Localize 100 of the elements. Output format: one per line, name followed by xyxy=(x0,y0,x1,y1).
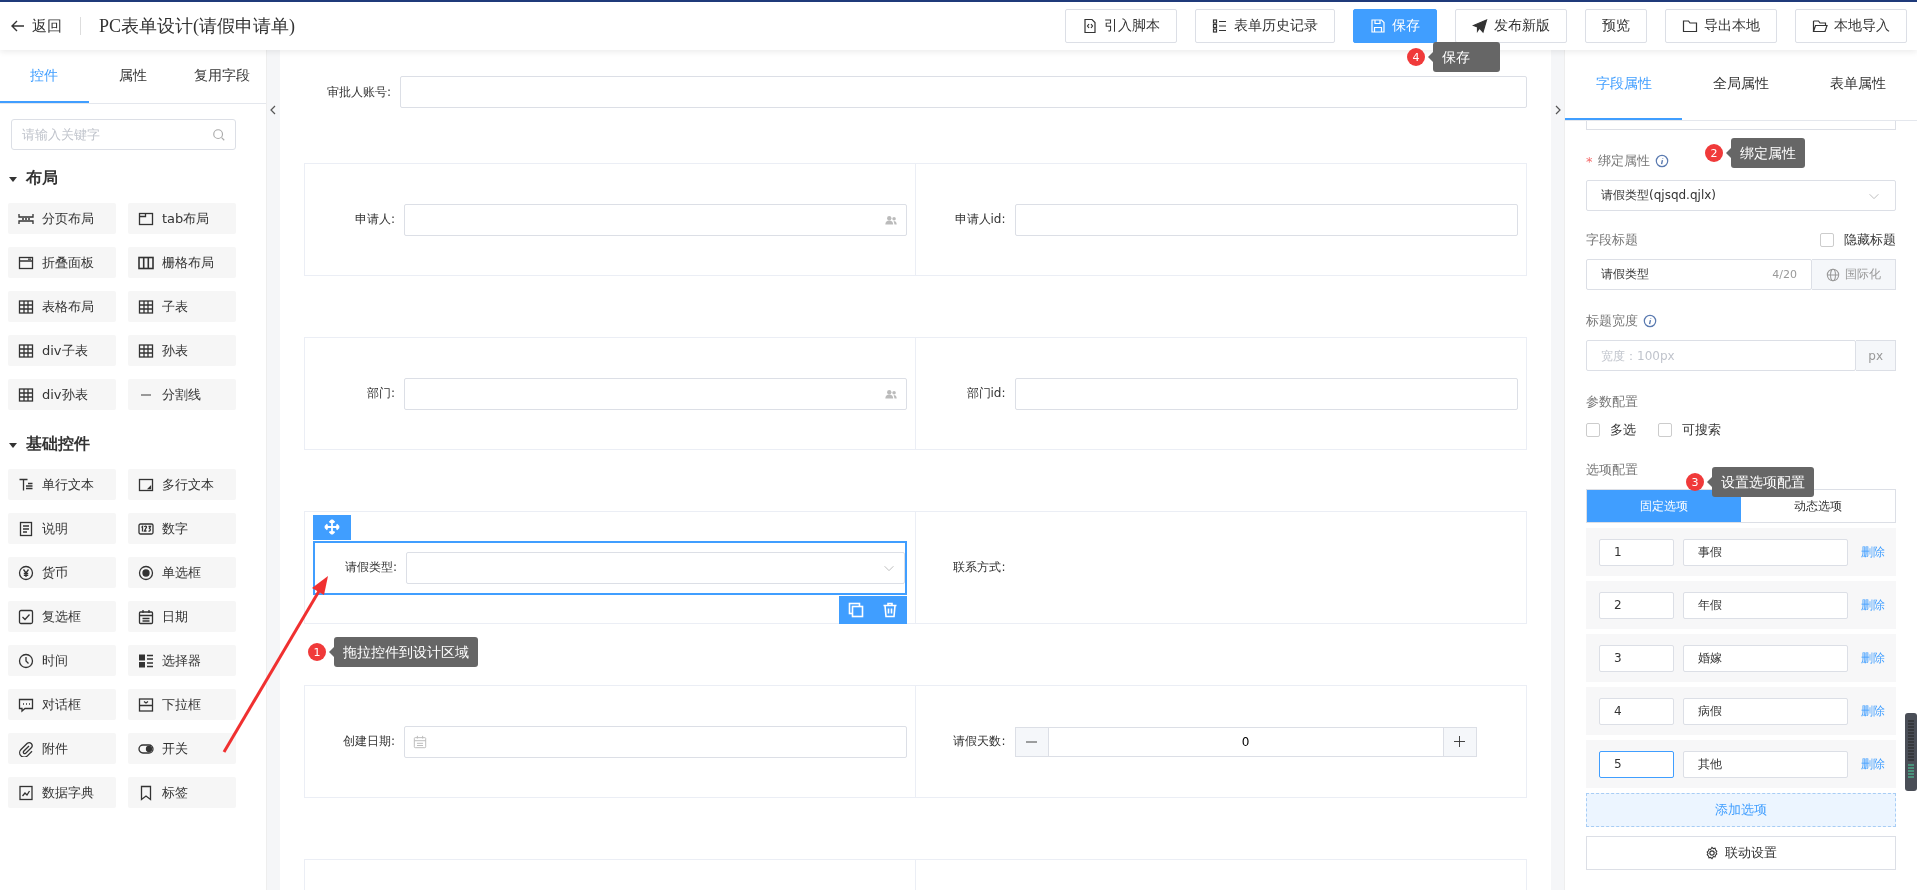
step-number-badge: 3 xyxy=(1686,473,1704,491)
tab-window-icon xyxy=(138,210,154,227)
date-field[interactable] xyxy=(404,725,907,758)
field-label: 申请人id: xyxy=(953,211,1006,228)
checkbox[interactable] xyxy=(1586,423,1600,437)
table-icon xyxy=(138,342,154,359)
columns-icon xyxy=(138,254,154,271)
input-field[interactable] xyxy=(404,203,907,236)
control-item[interactable]: 复选框 xyxy=(8,601,116,632)
plus-icon xyxy=(1454,736,1465,747)
dropdown-field[interactable] xyxy=(406,551,905,584)
text-area-icon xyxy=(138,476,154,493)
control-item[interactable]: tab布局 xyxy=(128,203,236,234)
linkage-settings-button[interactable]: 联动设置 xyxy=(1586,836,1896,870)
checkbox[interactable] xyxy=(1820,233,1834,247)
toolbar-button[interactable]: 预览 xyxy=(1585,9,1647,43)
paperclip-icon xyxy=(18,740,34,757)
control-item[interactable]: 说明 xyxy=(8,513,116,544)
control-item[interactable]: 附件 xyxy=(8,733,116,764)
plus-button[interactable] xyxy=(1442,726,1477,757)
sidebar-tab[interactable]: 复用字段 xyxy=(177,50,266,103)
width-input[interactable]: 宽度：100px xyxy=(1586,340,1857,371)
option-value-input[interactable]: 3 xyxy=(1599,644,1674,672)
toolbar-button[interactable]: 本地导入 xyxy=(1795,9,1907,43)
radio-icon xyxy=(138,564,154,581)
option-label-input[interactable]: 其他 xyxy=(1683,750,1848,778)
control-item[interactable]: 选择器 xyxy=(128,645,236,676)
checkbox-label: 多选 xyxy=(1610,421,1636,439)
group-header[interactable]: 基础控件 xyxy=(0,434,266,455)
drag-handle[interactable] xyxy=(313,514,351,540)
field-label: 审批人账号: xyxy=(325,83,391,101)
input-field[interactable] xyxy=(400,76,1527,108)
dropdown-field[interactable]: 请假类型(qjsqd.qjlx) xyxy=(1586,180,1896,211)
open-folder-icon xyxy=(1812,18,1828,34)
input-field[interactable] xyxy=(404,377,907,410)
minus-button[interactable] xyxy=(1014,726,1049,757)
group-header[interactable]: 布局 xyxy=(0,168,266,189)
control-item[interactable]: 多行文本 xyxy=(128,469,236,500)
toolbar-button[interactable]: 导出本地 xyxy=(1665,9,1777,43)
copy-icon[interactable] xyxy=(847,601,864,618)
step-number-badge: 2 xyxy=(1705,144,1723,162)
control-item[interactable]: 栅格布局 xyxy=(128,247,236,278)
control-item[interactable]: 日期 xyxy=(128,601,236,632)
field-value: 请假类型(qjsqd.qjlx) xyxy=(1601,187,1716,204)
clock-icon xyxy=(18,652,34,669)
control-item[interactable]: 时间 xyxy=(8,645,116,676)
control-item[interactable]: div孙表 xyxy=(8,379,116,410)
toolbar-button[interactable]: 表单历史记录 xyxy=(1195,9,1335,43)
table-icon xyxy=(18,386,34,403)
option-label-input[interactable]: 事假 xyxy=(1683,538,1848,566)
checkbox-icon xyxy=(18,608,34,625)
control-item[interactable]: 下拉框 xyxy=(128,689,236,720)
panel-tab[interactable]: 全局属性 xyxy=(1682,50,1800,120)
input-field[interactable] xyxy=(1014,377,1518,410)
control-item[interactable]: 货币 xyxy=(8,557,116,588)
control-item[interactable]: 对话框 xyxy=(8,689,116,720)
side-meter-icon[interactable] xyxy=(1905,713,1917,791)
control-item[interactable]: 单行文本 xyxy=(8,469,116,500)
gear-icon xyxy=(1705,846,1719,860)
control-item[interactable]: 数字 xyxy=(128,513,236,544)
control-item[interactable]: 表格布局 xyxy=(8,291,116,322)
option-value-input[interactable]: 2 xyxy=(1599,591,1674,619)
checkbox-label: 可搜索 xyxy=(1682,421,1721,439)
option-label-input[interactable]: 婚嫁 xyxy=(1683,644,1848,672)
control-item[interactable]: 分割线 xyxy=(128,379,236,410)
panel-tab[interactable]: 表单属性 xyxy=(1799,50,1917,120)
number-input[interactable]: 0 xyxy=(1048,726,1443,757)
field-label: 请假类型: xyxy=(343,559,397,576)
script-file-icon xyxy=(1082,18,1098,34)
sidebar-tab[interactable]: 属性 xyxy=(88,50,178,103)
control-item[interactable]: 单选框 xyxy=(128,557,236,588)
option-label-input[interactable]: 年假 xyxy=(1683,591,1848,619)
calendar-icon xyxy=(138,608,154,625)
option-value-input[interactable]: 1 xyxy=(1599,538,1674,566)
control-item[interactable]: 子表 xyxy=(128,291,236,322)
field-label: 申请人: xyxy=(353,211,395,228)
checkbox[interactable] xyxy=(1658,423,1672,437)
option-label-input[interactable]: 病假 xyxy=(1683,697,1848,725)
control-item[interactable]: 标签 xyxy=(128,777,236,808)
tooltip: 设置选项配置 xyxy=(1712,467,1814,497)
option-value-input[interactable]: 4 xyxy=(1599,697,1674,725)
control-item[interactable]: 孙表 xyxy=(128,335,236,366)
table-icon xyxy=(18,298,34,315)
control-item[interactable]: 分页布局 xyxy=(8,203,116,234)
toolbar-button[interactable]: 引入脚本 xyxy=(1065,9,1177,43)
option-value-input[interactable]: 5 xyxy=(1599,750,1674,778)
trash-icon[interactable] xyxy=(881,601,898,618)
input-field[interactable]: 请假类型 4/20 xyxy=(1586,259,1812,290)
toolbar-button[interactable]: 发布新版 xyxy=(1455,9,1567,43)
list-blocks-icon xyxy=(138,652,154,669)
input-field[interactable] xyxy=(1586,121,1896,130)
selected-field[interactable]: 请假类型: xyxy=(313,540,907,595)
control-item[interactable]: 开关 xyxy=(128,733,236,764)
back-button[interactable]: 返回 xyxy=(10,16,62,36)
input-field[interactable] xyxy=(1014,203,1518,236)
control-item[interactable]: div子表 xyxy=(8,335,116,366)
field-value: 请假类型 xyxy=(1601,266,1649,283)
search-field[interactable]: 请输入关键字 xyxy=(11,119,236,150)
control-item[interactable]: 折叠面板 xyxy=(8,247,116,278)
control-item[interactable]: 数据字典 xyxy=(8,777,116,808)
